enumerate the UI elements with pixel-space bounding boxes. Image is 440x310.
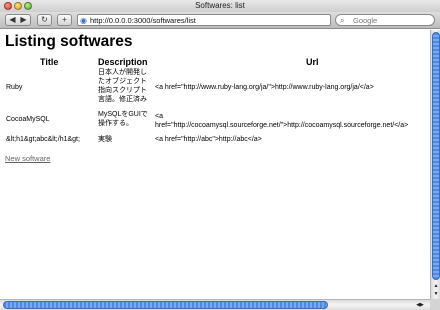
- forward-button[interactable]: ▶: [18, 15, 29, 25]
- row-1-url: <a href="http://www.ruby-lang.org/ja/">h…: [155, 84, 374, 91]
- horizontal-scrollbar[interactable]: ◀▶: [0, 299, 430, 310]
- column-header-url: Url: [306, 57, 319, 67]
- horizontal-scroll-arrows[interactable]: ◀▶: [410, 300, 430, 310]
- page-title: Listing softwares: [5, 33, 133, 50]
- vertical-scroll-thumb[interactable]: [432, 32, 440, 280]
- zoom-window-button[interactable]: [24, 2, 32, 10]
- back-button[interactable]: ◀: [7, 15, 18, 25]
- address-bar[interactable]: ◉ http://0.0.0.0:3000/softwares/list R: [77, 14, 406, 26]
- row-2-description-line: 操作する。: [98, 120, 133, 127]
- row-1-description-line: 指向スクリプト: [98, 87, 147, 94]
- back-forward-group: ◀ ▶: [5, 14, 31, 26]
- row-3-url: <a href="http://abc">http://abc</a>: [155, 136, 262, 143]
- add-bookmark-button[interactable]: +: [57, 14, 72, 26]
- scroll-up-icon[interactable]: ▲: [431, 282, 440, 290]
- row-2-url-line: href="http://cocoamysql.sourceforge.net/…: [155, 122, 409, 129]
- search-icon: ⌕: [340, 16, 345, 25]
- horizontal-scroll-thumb[interactable]: [3, 301, 328, 309]
- row-2-description-line: MySQLをGUIで: [98, 111, 148, 118]
- url-text[interactable]: http://0.0.0.0:3000/softwares/list: [90, 15, 196, 26]
- row-3-title: &lt;h1&gt;abc&lt;/h1&gt;: [6, 136, 80, 143]
- vertical-scroll-arrows[interactable]: ▲ ▼: [431, 282, 440, 299]
- row-1-description-line: たオブジェクト: [98, 78, 147, 85]
- row-1-description: 日本人が開発し たオブジェクト 指向スクリプト 言語。修正済み: [98, 68, 147, 104]
- row-2-title: CocoaMySQL: [6, 116, 50, 123]
- row-2-description: MySQLをGUIで 操作する。: [98, 110, 148, 128]
- resize-corner[interactable]: [430, 299, 440, 310]
- row-1-title: Ruby: [6, 84, 23, 91]
- vertical-scrollbar[interactable]: ▲ ▼: [430, 30, 440, 299]
- browser-window: Softwares: list ◀ ▶ ↻ + ◉ http://0.0.0.0:…: [0, 0, 440, 310]
- row-3-description: 実験: [98, 136, 112, 143]
- page-content: Listing softwares Title Description Url …: [0, 30, 430, 299]
- globe-icon: ◉: [80, 16, 87, 25]
- row-2-url: <a href="http://cocoamysql.sourceforge.n…: [155, 112, 408, 130]
- scroll-down-icon[interactable]: ▼: [431, 290, 440, 298]
- browser-toolbar: ◀ ▶ ↻ + ◉ http://0.0.0.0:3000/softwares/l…: [0, 12, 440, 29]
- search-input[interactable]: [353, 16, 431, 25]
- window-title: Softwares: list: [195, 1, 245, 10]
- title-bar: Softwares: list: [0, 0, 440, 12]
- column-header-description: Description: [98, 57, 148, 67]
- column-header-title: Title: [40, 57, 59, 67]
- search-field[interactable]: ⌕: [335, 14, 435, 26]
- close-window-button[interactable]: [4, 2, 12, 10]
- minimize-window-button[interactable]: [14, 2, 22, 10]
- scroll-right-icon[interactable]: ▶: [420, 302, 424, 308]
- new-software-link[interactable]: New software: [5, 154, 50, 163]
- row-2-url-line: <a: [155, 113, 163, 120]
- row-1-description-line: 日本人が開発し: [98, 69, 147, 76]
- row-1-description-line: 言語。修正済み: [98, 96, 147, 103]
- reload-button[interactable]: ↻: [37, 14, 52, 26]
